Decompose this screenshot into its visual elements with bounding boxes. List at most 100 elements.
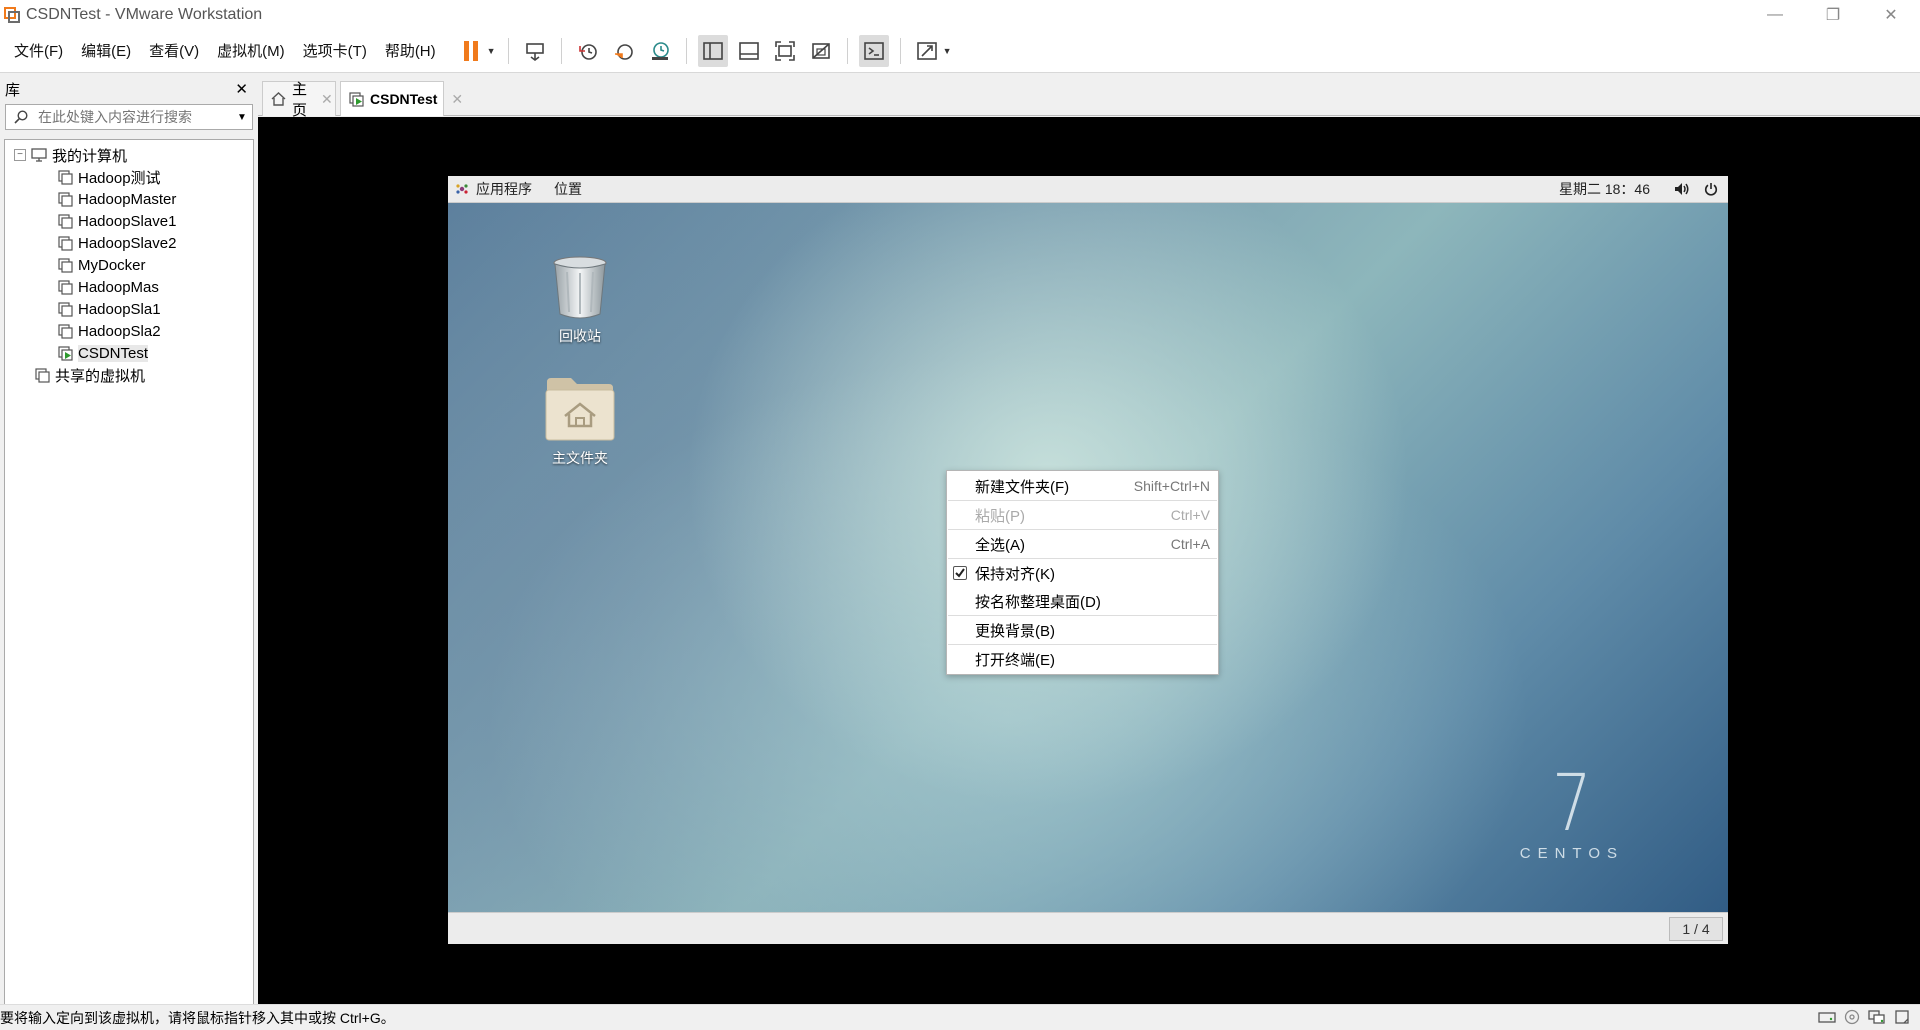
snapshot-manager-icon <box>651 41 669 60</box>
stretch-dropdown-icon[interactable]: ▼ <box>943 46 952 56</box>
tab-home[interactable]: 主页 ✕ <box>262 81 336 119</box>
menu-item-label: 新建文件夹(F) <box>975 478 1070 496</box>
collapse-icon[interactable]: − <box>14 149 26 161</box>
gnome-top-bar: 应用程序 位置 星期二 18：46 <box>448 176 1728 203</box>
vm-console[interactable]: 应用程序 位置 星期二 18：46 回收站 主文件夹 新建文件夹(F) Shif… <box>258 117 1920 1004</box>
desktop-icon-label: 主文件夹 <box>552 450 608 466</box>
menu-vm[interactable]: 虚拟机(M) <box>208 40 294 61</box>
menu-tabs[interactable]: 选项卡(T) <box>294 40 376 61</box>
vm-icon <box>58 191 73 207</box>
show-thumbnail-bar-button[interactable] <box>734 35 764 67</box>
shared-vm-icon <box>35 367 50 383</box>
library-close-button[interactable]: ✕ <box>235 80 248 98</box>
tree-vm-item[interactable]: HadoopSlave2 <box>5 232 253 254</box>
tree-vm-item-selected[interactable]: CSDNTest <box>5 342 253 364</box>
tree-label: HadoopMas <box>78 278 159 296</box>
tree-label: HadoopMaster <box>78 190 177 208</box>
stretch-guest-button[interactable] <box>912 35 942 67</box>
unity-icon <box>811 42 830 59</box>
pause-button[interactable] <box>456 35 486 67</box>
tab-strip: 主页 ✕ CSDNTest ✕ <box>258 74 1920 119</box>
toolbar-divider <box>685 37 687 64</box>
menu-view[interactable]: 查看(V) <box>140 40 208 61</box>
power-icon[interactable] <box>1704 182 1718 196</box>
library-search-box[interactable]: ▼ <box>5 104 253 130</box>
snapshot-manager-button[interactable] <box>645 35 675 67</box>
display-icon[interactable] <box>1894 1009 1910 1025</box>
tree-label: HadoopSla1 <box>78 300 161 318</box>
vm-icon <box>58 235 73 251</box>
tree-label: MyDocker <box>78 256 146 274</box>
gnome-foot-icon <box>456 184 468 194</box>
network-adapter-icon[interactable] <box>1868 1009 1886 1025</box>
places-menu[interactable]: 位置 <box>554 179 582 199</box>
workspace-indicator[interactable]: 1 / 4 <box>1669 917 1723 941</box>
desktop-home-folder[interactable]: 主文件夹 <box>520 376 640 468</box>
toolbar-divider <box>560 37 562 64</box>
checkbox-checked-icon[interactable] <box>953 566 967 580</box>
tree-vm-item[interactable]: HadoopSlave1 <box>5 210 253 232</box>
full-screen-button[interactable] <box>770 35 800 67</box>
menu-item-keep-aligned[interactable]: 保持对齐(K) <box>947 559 1218 587</box>
menu-item-label: 粘贴(P) <box>975 507 1025 525</box>
send-ctrl-alt-del-button[interactable] <box>520 35 550 67</box>
menu-item-organize-by-name[interactable]: 按名称整理桌面(D) <box>947 587 1218 615</box>
show-library-button[interactable] <box>697 34 728 67</box>
desktop-trash[interactable]: 回收站 <box>520 256 640 346</box>
close-window-button[interactable]: ✕ <box>1862 0 1920 29</box>
tab-csdntest[interactable]: CSDNTest ✕ <box>340 81 463 116</box>
tree-vm-item[interactable]: HadoopMas <box>5 276 253 298</box>
volume-icon[interactable] <box>1674 182 1690 196</box>
tree-vm-item[interactable]: MyDocker <box>5 254 253 276</box>
restore-button[interactable]: ❐ <box>1804 0 1862 29</box>
library-search-input[interactable] <box>36 108 232 126</box>
applications-menu[interactable]: 应用程序 <box>456 179 532 199</box>
tree-shared-vms[interactable]: 共享的虚拟机 <box>5 364 253 386</box>
console-view-button[interactable] <box>858 34 889 67</box>
unity-mode-button[interactable] <box>806 35 836 67</box>
clock[interactable]: 星期二 18：46 <box>1559 179 1650 199</box>
minimize-button[interactable]: — <box>1746 0 1804 29</box>
window-title: CSDNTest - VMware Workstation <box>26 5 263 23</box>
vmware-app-icon <box>4 6 20 23</box>
menu-item-label: 保持对齐(K) <box>975 565 1055 583</box>
library-title: 库 <box>5 81 21 99</box>
library-panel: 库 ✕ ▼ − 我的计算机 Hadoop测试 HadoopMaster Hado… <box>0 74 256 1005</box>
tree-label: HadoopSlave2 <box>78 234 177 252</box>
tree-vm-item[interactable]: HadoopSla1 <box>5 298 253 320</box>
tree-label: HadoopSla2 <box>78 322 161 340</box>
tree-vm-item[interactable]: HadoopMaster <box>5 188 253 210</box>
tree-vm-item[interactable]: Hadoop测试 <box>5 166 253 188</box>
menu-edit[interactable]: 编辑(E) <box>72 40 140 61</box>
vm-icon <box>58 257 73 273</box>
guest-desktop[interactable]: 应用程序 位置 星期二 18：46 回收站 主文件夹 新建文件夹(F) Shif… <box>448 176 1728 944</box>
take-snapshot-button[interactable] <box>573 35 603 67</box>
centos-version-numeral: 7 <box>1552 759 1592 849</box>
tree-root-my-computer[interactable]: − 我的计算机 <box>5 144 253 166</box>
revert-snapshot-button[interactable] <box>609 35 639 67</box>
snapshot-clock-icon <box>578 43 597 60</box>
vm-tree: − 我的计算机 Hadoop测试 HadoopMaster HadoopSlav… <box>4 139 254 1005</box>
computer-icon <box>31 148 47 162</box>
search-dropdown-icon[interactable]: ▼ <box>232 112 252 123</box>
pause-dropdown-icon[interactable]: ▼ <box>487 46 496 56</box>
stretch-icon <box>916 41 937 60</box>
home-folder-icon <box>545 378 615 441</box>
menu-item-change-background[interactable]: 更换背景(B) <box>947 616 1218 644</box>
running-vm-icon <box>58 345 73 361</box>
menu-file[interactable]: 文件(F) <box>5 40 72 61</box>
menu-item-shortcut: Ctrl+V <box>1170 507 1210 523</box>
cd-dvd-icon[interactable] <box>1844 1009 1860 1025</box>
menu-item-open-terminal[interactable]: 打开终端(E) <box>947 645 1218 673</box>
fullscreen-icon <box>774 40 795 61</box>
menu-item-shortcut: Ctrl+A <box>1170 536 1210 552</box>
tree-vm-item[interactable]: HadoopSla2 <box>5 320 253 342</box>
tab-close-button[interactable]: ✕ <box>321 91 333 108</box>
menu-help[interactable]: 帮助(H) <box>376 40 445 61</box>
menu-item-new-folder[interactable]: 新建文件夹(F) Shift+Ctrl+N <box>947 472 1218 500</box>
desktop-icon-label: 回收站 <box>559 328 601 344</box>
tree-label: Hadoop测试 <box>78 169 161 187</box>
menu-item-select-all[interactable]: 全选(A) Ctrl+A <box>947 530 1218 558</box>
tab-close-button[interactable]: ✕ <box>451 91 463 108</box>
hard-disk-icon[interactable] <box>1818 1009 1836 1025</box>
